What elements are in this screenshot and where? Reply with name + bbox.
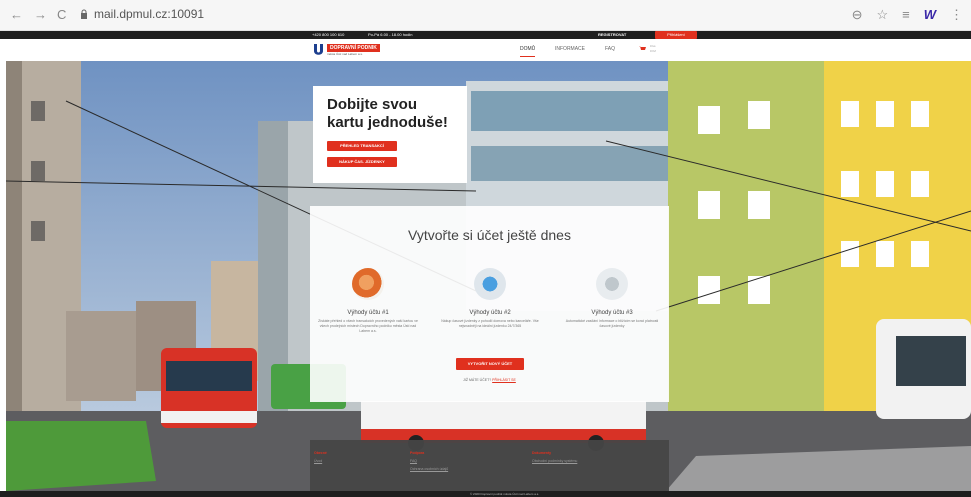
footer-col-general: Obecné Úvod bbox=[314, 449, 327, 465]
card-hand-icon bbox=[352, 268, 384, 300]
benefit-2-title: Výhody účtu #2 bbox=[469, 310, 511, 316]
reading-list-icon[interactable]: ≡ bbox=[902, 7, 910, 23]
register-link[interactable]: REGISTROVAT bbox=[598, 31, 626, 39]
address-bar[interactable]: mail.dpmul.cz:10091 bbox=[80, 7, 204, 21]
buy-ticket-button[interactable]: NÁKUP ČAS. JÍZDENKY bbox=[327, 157, 397, 167]
create-account-title: Vytvořte si účet ještě dnes bbox=[408, 227, 571, 243]
benefit-1: Výhody účtu #1 Získáte přehled o všech t… bbox=[318, 268, 418, 334]
login-button[interactable]: Přihlášení bbox=[655, 31, 697, 39]
cart-icon[interactable] bbox=[639, 46, 646, 52]
benefit-1-title: Výhody účtu #1 bbox=[347, 310, 389, 316]
benefit-3: Výhody účtu #3 Automatické zasílání info… bbox=[562, 268, 662, 329]
site-logo[interactable]: DOPRAVNÍ PODNIK města Ústí nad Labem a.s… bbox=[313, 43, 380, 56]
cart-price: 0 Kč bbox=[650, 49, 657, 53]
opening-hours: Po-Pá 6.00 - 18.00 hodin bbox=[368, 32, 413, 37]
create-account-button[interactable]: VYTVOŘIT NOVÝ ÚČET bbox=[456, 358, 524, 370]
reload-icon[interactable]: C bbox=[57, 7, 66, 22]
benefit-2-text: Nákup časové jízdenky z pohodlí domova n… bbox=[441, 319, 539, 328]
footer-link[interactable]: Obchodní podmínky systému bbox=[532, 457, 577, 465]
notification-icon bbox=[596, 268, 628, 300]
url-text: mail.dpmul.cz:10091 bbox=[94, 7, 205, 21]
have-account-label: JIŽ MÁTE ÚČET? bbox=[463, 378, 492, 382]
create-account-card: Vytvořte si účet ještě dnes Výhody účtu … bbox=[310, 206, 669, 402]
logo-name: DOPRAVNÍ PODNIK bbox=[327, 43, 380, 52]
footer-col-title: Podpora bbox=[410, 451, 425, 455]
nav-faq[interactable]: FAQ bbox=[605, 46, 615, 52]
footer-panel: Obecné Úvod Podpora FAQ Ochrana osobních… bbox=[310, 440, 669, 491]
footer-col-support: Podpora FAQ Ochrana osobních údajů bbox=[410, 449, 448, 473]
footer-link[interactable]: FAQ bbox=[410, 457, 448, 465]
have-account-line: JIŽ MÁTE ÚČET? PŘIHLÁSIT SE bbox=[310, 378, 669, 382]
benefit-3-title: Výhody účtu #3 bbox=[591, 310, 633, 316]
logo-mark-icon bbox=[314, 44, 323, 55]
cart-count: 0 ks bbox=[650, 44, 656, 48]
zoom-icon[interactable]: ⊖ bbox=[852, 7, 863, 23]
forward-arrow-icon[interactable]: → bbox=[34, 7, 47, 22]
benefit-2: Výhody účtu #2 Nákup časové jízdenky z p… bbox=[440, 268, 540, 329]
transactions-button[interactable]: PŘEHLED TRANSAKCÍ bbox=[327, 141, 397, 151]
browser-toolbar: ← → C mail.dpmul.cz:10091 ⊖ ☆ ≡ W ⋮ bbox=[0, 0, 971, 31]
benefit-3-text: Automatické zasílání informace o blížící… bbox=[565, 319, 659, 328]
laptop-icon bbox=[474, 268, 506, 300]
extension-icon[interactable]: W bbox=[924, 7, 936, 23]
footer-col-title: Dokumenty bbox=[532, 451, 552, 455]
phone-number[interactable]: +420 800 100 610 bbox=[312, 31, 344, 39]
footer-link[interactable]: Úvod bbox=[314, 457, 327, 465]
top-up-card: Dobijte svou kartu jednoduše! PŘEHLED TR… bbox=[313, 86, 467, 183]
back-arrow-icon[interactable]: ← bbox=[10, 7, 23, 22]
copyright-text: © 2020 Dopravní podnik města Ústí nad La… bbox=[470, 492, 540, 496]
nav-information[interactable]: INFORMACE bbox=[555, 46, 585, 52]
top-up-title: Dobijte svou kartu jednoduše! bbox=[327, 96, 448, 131]
top-info-bar: +420 800 100 610 Po-Pá 6.00 - 18.00 hodi… bbox=[0, 31, 971, 39]
lock-icon bbox=[81, 9, 87, 19]
benefit-1-text: Získáte přehled o všech transakcích prov… bbox=[318, 319, 418, 333]
nav-home[interactable]: DOMŮ bbox=[520, 46, 536, 57]
star-icon[interactable]: ☆ bbox=[876, 7, 888, 23]
site-header bbox=[0, 39, 971, 61]
login-link[interactable]: PŘIHLÁSIT SE bbox=[492, 378, 516, 382]
menu-icon[interactable]: ⋮ bbox=[950, 7, 963, 23]
footer-col-documents: Dokumenty Obchodní podmínky systému bbox=[532, 449, 577, 465]
copyright-bar: © 2020 Dopravní podnik města Ústí nad La… bbox=[0, 491, 971, 497]
footer-link[interactable]: Ochrana osobních údajů bbox=[410, 465, 448, 473]
footer-col-title: Obecné bbox=[314, 451, 327, 455]
logo-subtitle: města Ústí nad Labem a.s. bbox=[327, 51, 363, 56]
